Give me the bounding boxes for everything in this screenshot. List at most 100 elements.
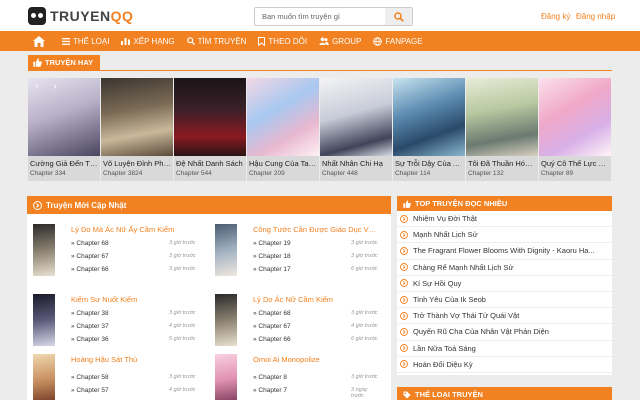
hot-card[interactable]: ‹ › Cường Giả Đến Từ ... Chapter 334 [28,78,100,181]
hot-card[interactable]: Võ Luyện Đỉnh Pho... Chapter 3824 [101,78,173,181]
carousel-next-button[interactable]: › [50,82,60,92]
chapter-row[interactable]: » Chapter 17 6 giờ trước [253,266,378,278]
chapter-row[interactable]: » Chapter 58 3 giờ trước [71,374,196,386]
chapter-row[interactable]: » Chapter 18 3 giờ trước [253,253,378,265]
list-item: Hoàng Hậu Sát Thủ » Chapter 58 3 giờ trướ… [27,344,197,400]
hot-card[interactable]: Sự Trỗi Dậy Của A... Chapter 114 [393,78,465,181]
comic-title[interactable]: Hoàng Hậu Sát Thủ [71,355,196,364]
top-list-item[interactable]: Mạnh Nhất Lịch Sử [397,227,612,244]
hot-card[interactable]: Tôi Đã Thuần Hóa ... Chapter 132 [466,78,538,181]
chapter-row[interactable]: » Chapter 66 3 giờ trước [71,266,196,278]
hot-card[interactable]: Quý Cô Thế Lực Ng... Chapter 89 [539,78,611,181]
nav-item-fanpage[interactable]: FANPAGE [367,31,428,51]
card-title[interactable]: Cường Giả Đến Từ ... [30,158,98,169]
chapter-row[interactable]: » Chapter 83 giờ trước [253,374,378,386]
card-chapter[interactable]: Chapter 334 [30,169,98,179]
nav-item-label: FANPAGE [385,36,423,46]
card-info: Nhất Nhân Chi Hạ Chapter 448 [320,156,392,181]
arrow-circle-icon [400,344,408,353]
card-title[interactable]: Quý Cô Thế Lực Ng... [541,158,609,169]
carousel-prev-button[interactable]: ‹ [32,82,42,92]
comic-title[interactable]: Lý Do Mà Ác Nữ Ấy Cầm Kiếm [71,225,196,234]
comic-thumbnail[interactable] [33,354,55,400]
hot-card[interactable]: Hậu Cung Của Ta T... Chapter 209 [247,78,319,181]
arrow-circle-icon [400,263,408,272]
top-list-item[interactable]: Trở Thành Vợ Thái Tử Quái Vật [397,308,612,325]
comic-thumbnail[interactable] [33,294,55,346]
top-list-item[interactable]: Kí Sự Hồi Quy [397,276,612,292]
card-chapter[interactable]: Chapter 89 [541,169,609,179]
nav-item-search[interactable]: TÌM TRUYỆN [181,31,253,51]
card-chapter[interactable]: Chapter 114 [395,169,463,179]
home-button[interactable] [27,31,51,51]
card-chapter[interactable]: Chapter 3824 [103,169,171,179]
chapter-row[interactable]: » Chapter 68 3 giờ trước [71,240,196,252]
chapter-row[interactable]: » Chapter 19 3 giờ trước [253,240,378,252]
chapter-row[interactable]: » Chapter 38 3 giờ trước [71,310,196,322]
card-title[interactable]: Nhất Nhân Chi Hạ [322,158,390,169]
top-list-item[interactable]: The Fragrant Flower Blooms With Dignity … [397,243,612,260]
nav-item-group[interactable]: GROUP [313,31,367,51]
card-title[interactable]: Đệ Nhất Danh Sách [176,158,244,169]
top-list-item[interactable]: Nhiệm Vụ Đời Thật [397,211,612,228]
nav-item-follow[interactable]: THEO DÕI [252,31,313,51]
top-list-item[interactable]: Hoán Đổi Diệu Kỳ [397,357,612,373]
group-icon [319,37,329,45]
genre-section-label: THỂ LOẠI TRUYỆN [415,390,483,399]
comic-title[interactable]: Kiếm Sư Nuốt Kiếm [71,295,196,304]
comic-title[interactable]: Lý Do Ác Nữ Cầm Kiếm [253,295,378,304]
site-header: TRUYENQQ Đăng ký Đăng nhập [0,0,640,31]
card-chapter[interactable]: Chapter 448 [322,169,390,179]
top-list-item[interactable]: Tinh Yêu Của Ik Seob [397,292,612,309]
login-link[interactable]: Đăng nhập [576,12,615,21]
comic-thumbnail[interactable] [33,224,55,276]
register-link[interactable]: Đăng ký [541,12,570,21]
thumbs-up-icon [403,199,411,208]
top-list-item[interactable]: Quyến Rũ Cha Của Nhân Vật Phản Diện [397,324,612,341]
chapter-row[interactable]: » Chapter 68 3 giờ trước [253,310,378,322]
hot-section-label: TRUYỆN HAY [45,58,94,67]
card-chapter[interactable]: Chapter 209 [249,169,317,179]
chapter-row[interactable]: » Chapter 67 3 giờ trước [71,253,196,265]
search-button[interactable] [385,8,412,25]
hot-card[interactable]: Đệ Nhất Danh Sách Chapter 544 [174,78,246,181]
chapter-row[interactable]: » Chapter 57 4 giờ trước [71,387,196,399]
top-list-item[interactable]: Lần Nữa Toả Sáng [397,341,612,357]
arrow-circle-icon [400,327,408,336]
latest-section-label: Truyện Mới Cập Nhật [46,200,127,210]
top-list-item[interactable]: Chàng Rể Mạnh Nhất Lịch Sử [397,260,612,276]
card-title[interactable]: Tôi Đã Thuần Hóa ... [468,158,536,169]
chapter-row[interactable]: » Chapter 37 4 giờ trước [71,323,196,335]
logo-face-icon [28,7,46,25]
nav-item-label: THEO DÕI [268,36,308,46]
site-logo[interactable]: TRUYENQQ [28,6,133,26]
comic-thumbnail[interactable] [215,224,237,276]
card-cover [247,78,319,156]
nav-item-genres[interactable]: THỂ LOẠI [56,31,115,51]
card-chapter[interactable]: Chapter 544 [176,169,244,179]
chapter-row[interactable]: » Chapter 67 4 giờ trước [253,323,378,335]
nav-item-label: XẾP HẠNG [133,36,175,46]
card-title[interactable]: Sự Trỗi Dậy Của A... [395,158,463,169]
nav-item-ranking[interactable]: XẾP HẠNG [115,31,180,51]
search-input[interactable] [255,8,385,25]
hot-carousel: ‹ › Cường Giả Đến Từ ... Chapter 334 Võ … [28,78,612,181]
list-item: Omoi Ai Monopolize » Chapter 83 giờ trướ… [209,344,379,400]
card-title[interactable]: Võ Luyện Đỉnh Pho... [103,158,171,169]
comic-title[interactable]: Omoi Ai Monopolize [253,355,378,364]
card-title[interactable]: Hậu Cung Của Ta T... [249,158,317,169]
home-icon [33,35,45,47]
card-cover [101,78,173,156]
search-icon [186,37,195,45]
logo-text: TRUYENQQ [50,8,134,24]
card-cover [393,78,465,156]
divider [28,70,612,71]
comic-thumbnail[interactable] [215,294,237,346]
chapter-row[interactable]: » Chapter 73 ngày trước [253,387,378,399]
comic-thumbnail[interactable] [215,354,237,400]
hot-card[interactable]: Nhất Nhân Chi Hạ Chapter 448 [320,78,392,181]
card-cover [539,78,611,156]
arrow-circle-icon [400,295,408,304]
comic-title[interactable]: Công Tước Cần Được Giáo Dục Về... [253,225,378,234]
card-chapter[interactable]: Chapter 132 [468,169,536,179]
